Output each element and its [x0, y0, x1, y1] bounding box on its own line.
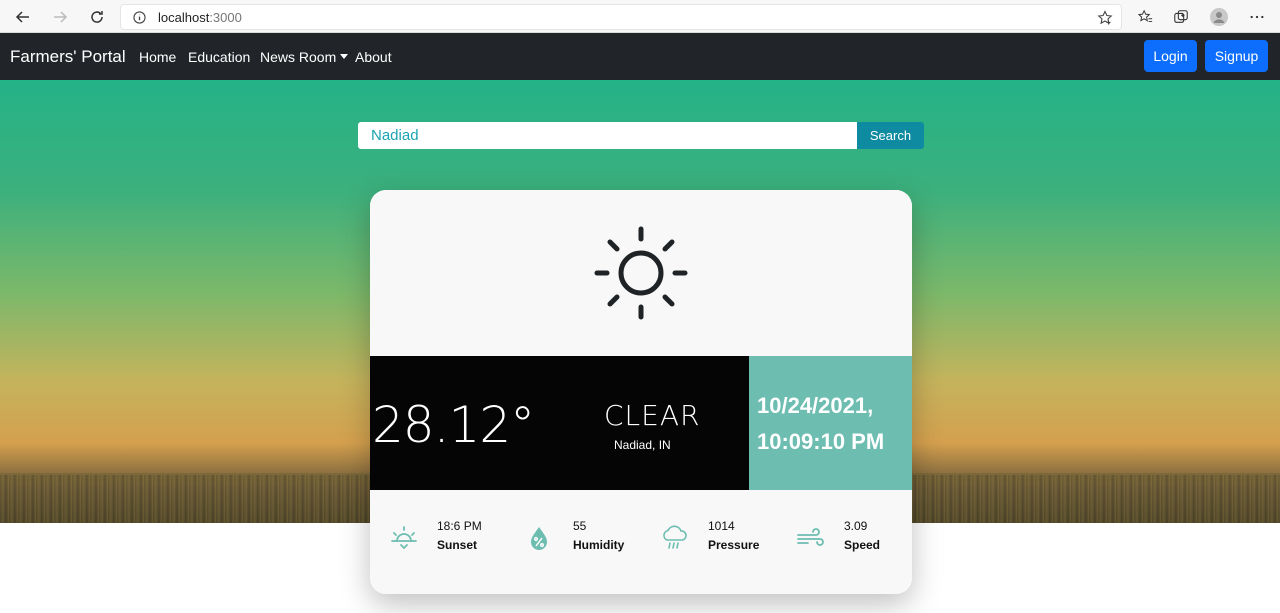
pressure-label: Pressure: [708, 538, 760, 552]
weather-summary: 28.12° CLEAR Nadiad, IN 10/24/2021, 10:0…: [370, 356, 912, 490]
sun-icon: [594, 226, 688, 320]
nav-education[interactable]: Education: [188, 49, 250, 65]
sunset-icon: [391, 526, 417, 550]
temperature-value: 28.12°: [372, 396, 535, 454]
temperature-panel: 28.12° CLEAR Nadiad, IN: [370, 356, 749, 490]
address-bar[interactable]: localhost:3000: [120, 4, 1122, 30]
reload-icon: [91, 11, 103, 23]
weather-card: 28.12° CLEAR Nadiad, IN 10/24/2021, 10:0…: [370, 190, 912, 594]
date-text: 10/24/2021,: [757, 393, 874, 418]
sunset-value: 18:6 PM: [437, 519, 482, 533]
wind-speed-label: Speed: [844, 538, 881, 552]
stat-sunset: 18:6 PM Sunset: [390, 517, 500, 557]
nav-news-room[interactable]: News Room: [260, 49, 349, 65]
location-name: Nadiad, IN: [614, 438, 671, 452]
reload-button[interactable]: [86, 6, 108, 28]
nav-news-room-label: News Room: [260, 49, 337, 65]
nav-about[interactable]: About: [355, 49, 392, 65]
pressure-value: 1014: [708, 519, 735, 533]
back-button[interactable]: [12, 6, 34, 28]
weather-icon-panel: [370, 190, 912, 356]
dropdown-caret-icon: [340, 54, 349, 59]
search-button[interactable]: Search: [857, 122, 924, 149]
signup-button[interactable]: Signup: [1205, 40, 1268, 72]
url-text: localhost:3000: [158, 9, 242, 25]
stat-humidity: 55 Humidity: [526, 517, 636, 557]
pressure-icon: [663, 525, 687, 549]
humidity-label: Humidity: [573, 538, 625, 552]
back-arrow-icon: [15, 11, 29, 23]
profile-avatar-icon[interactable]: [1210, 8, 1228, 26]
forward-button[interactable]: [49, 6, 71, 28]
browser-toolbar: localhost:3000: [0, 0, 1280, 33]
brand-logo[interactable]: Farmers' Portal: [10, 47, 126, 67]
humidity-icon: [531, 527, 547, 550]
collections-icon[interactable]: [1172, 8, 1190, 26]
nav-home[interactable]: Home: [139, 49, 176, 65]
weather-condition: CLEAR: [604, 399, 701, 432]
time-text: 10:09:10 PM: [757, 429, 885, 454]
stat-pressure: 1014 Pressure: [661, 517, 771, 557]
search-bar: Search: [358, 122, 924, 149]
add-favorite-icon[interactable]: [1097, 10, 1113, 26]
more-menu-icon[interactable]: [1248, 8, 1266, 26]
login-button[interactable]: Login: [1144, 40, 1197, 72]
navbar: Farmers' Portal Home Education News Room…: [0, 33, 1280, 80]
wind-speed-value: 3.09: [844, 519, 868, 533]
datetime-panel: 10/24/2021, 10:09:10 PM: [749, 356, 912, 490]
info-icon[interactable]: [132, 10, 146, 24]
humidity-value: 55: [573, 519, 587, 533]
weather-stats: 18:6 PM Sunset 55 Humidity 1014 Pressure…: [370, 490, 912, 594]
forward-arrow-icon: [54, 11, 68, 23]
sunset-label: Sunset: [437, 538, 478, 552]
wind-icon: [797, 528, 824, 546]
favorites-icon[interactable]: [1136, 8, 1154, 26]
stat-wind-speed: 3.09 Speed: [797, 517, 907, 557]
search-input[interactable]: [358, 122, 857, 149]
